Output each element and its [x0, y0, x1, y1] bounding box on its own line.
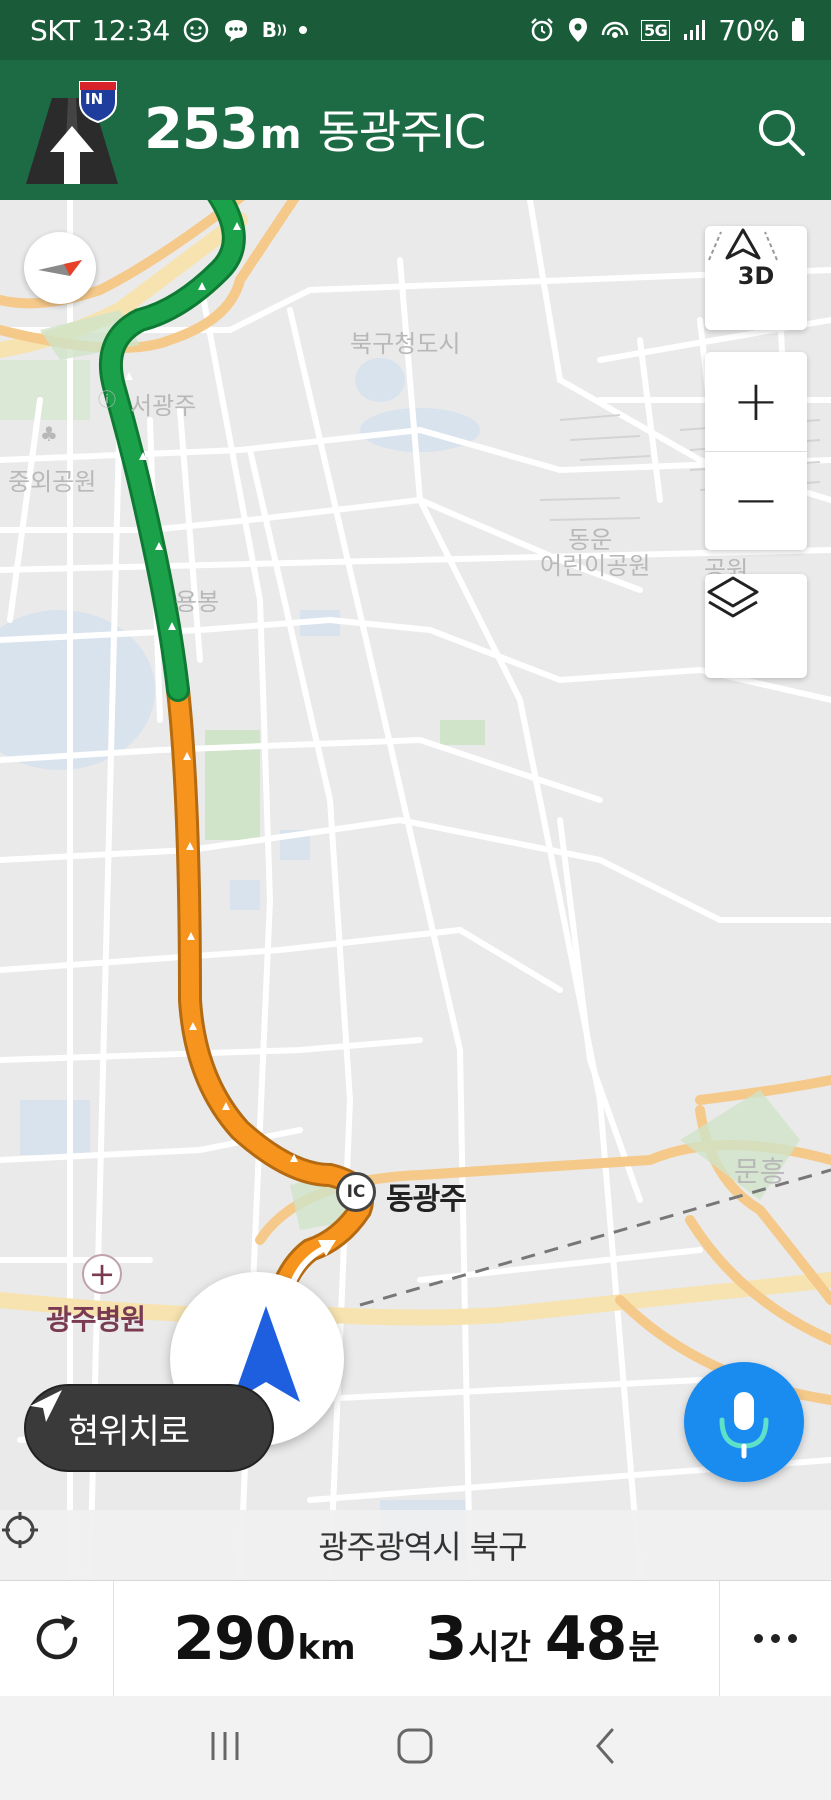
current-location-name: 광주광역시 북구	[318, 1528, 527, 1566]
bluetooth-audio-icon: B))	[261, 18, 287, 42]
carrier-label: SKT	[30, 13, 80, 47]
search-button[interactable]	[753, 104, 809, 160]
back-icon	[595, 1728, 614, 1764]
remaining-hours: 3	[425, 1603, 468, 1674]
remaining-distance-unit: km	[297, 1627, 356, 1668]
ic-marker-label: 동광주	[386, 1182, 467, 1217]
more-dot-icon	[754, 1634, 763, 1643]
view-mode-3d-button[interactable]: 3D	[705, 226, 807, 330]
trip-info[interactable]: 290 km 3 시간 48 분	[114, 1604, 719, 1674]
zoom-control: + −	[705, 352, 807, 550]
remaining-hours-unit: 시간	[468, 1627, 531, 1668]
map-ic-seogwangju-icon: ⓘ	[98, 390, 116, 411]
map-view[interactable]: 북구청도시 서광주 ⓘ ♣ 중외공원 동운 어린이공원 공원 용봉 문흥 IC …	[0, 200, 831, 1580]
turn-guidance-header: IN 253 m 동광주IC	[0, 60, 831, 200]
map-label-jungoe-park: 중외공원	[8, 468, 97, 496]
zoom-out-button[interactable]: −	[705, 452, 807, 551]
microphone-icon	[719, 1392, 769, 1459]
trip-summary-bar: 290 km 3 시간 48 분	[0, 1580, 831, 1696]
compass-icon	[38, 260, 82, 276]
voice-search-button[interactable]	[684, 1362, 804, 1482]
alarm-icon	[529, 17, 555, 43]
map-label-munheung: 문흥	[734, 1155, 786, 1188]
status-bar: SKT 12:34 B)) 5G 70%	[0, 0, 831, 60]
highway-entry-icon: IN	[22, 78, 122, 186]
reroute-button[interactable]	[0, 1581, 114, 1696]
crosshair-icon	[2, 1512, 38, 1548]
battery-icon	[791, 18, 805, 42]
hotspot-icon	[601, 17, 629, 43]
search-icon	[759, 110, 805, 156]
more-dot-icon	[771, 1634, 780, 1643]
map-label-bukgu-district: 북구청도시	[350, 330, 461, 358]
home-button[interactable]	[395, 1726, 435, 1770]
home-icon	[397, 1728, 433, 1764]
system-navigation-bar	[0, 1696, 831, 1800]
recent-apps-icon	[211, 1732, 239, 1760]
hospital-label: 광주병원	[46, 1303, 146, 1336]
clock: 12:34	[91, 13, 171, 47]
notification-dot	[298, 26, 307, 34]
park-icon: ♣	[40, 422, 58, 446]
map-label-children-park: 어린이공원	[540, 552, 651, 580]
refresh-icon	[36, 1614, 77, 1659]
layers-icon	[707, 576, 759, 618]
perspective-arrow-icon	[708, 228, 778, 261]
zoom-in-button[interactable]: +	[705, 352, 807, 451]
view-mode-label: 3D	[737, 262, 775, 290]
compass-button[interactable]	[24, 232, 96, 304]
face-icon	[182, 16, 210, 44]
map-label-yongbong: 용봉	[175, 588, 220, 616]
more-options-button[interactable]	[719, 1581, 831, 1696]
remaining-distance: 290	[173, 1603, 296, 1674]
location-icon	[567, 17, 589, 43]
guidance-distance-unit: m	[259, 112, 302, 158]
network-type: 5G	[641, 19, 671, 41]
remaining-minutes: 48	[544, 1603, 627, 1674]
highway-sign-text: IN	[85, 90, 104, 108]
recent-apps-button[interactable]	[205, 1726, 245, 1770]
chat-icon	[222, 16, 250, 44]
guidance-destination: 동광주IC	[317, 105, 487, 159]
back-button[interactable]	[586, 1726, 626, 1770]
layers-button[interactable]	[705, 574, 807, 678]
recenter-button[interactable]: 현위치로	[24, 1384, 274, 1472]
location-arrow-icon	[30, 1390, 62, 1422]
map-label-seogwangju: 서광주	[130, 392, 197, 420]
battery-level: 70%	[718, 13, 779, 47]
hospital-icon[interactable]: +	[82, 1254, 122, 1294]
current-location-bar: 광주광역시 북구	[0, 1510, 831, 1580]
ic-marker-icon[interactable]: IC	[336, 1172, 376, 1212]
recenter-label: 현위치로	[68, 1411, 190, 1452]
guidance-distance: 253	[144, 97, 259, 162]
remaining-minutes-unit: 분	[628, 1627, 660, 1668]
more-dot-icon	[788, 1634, 797, 1643]
signal-icon	[682, 18, 706, 42]
